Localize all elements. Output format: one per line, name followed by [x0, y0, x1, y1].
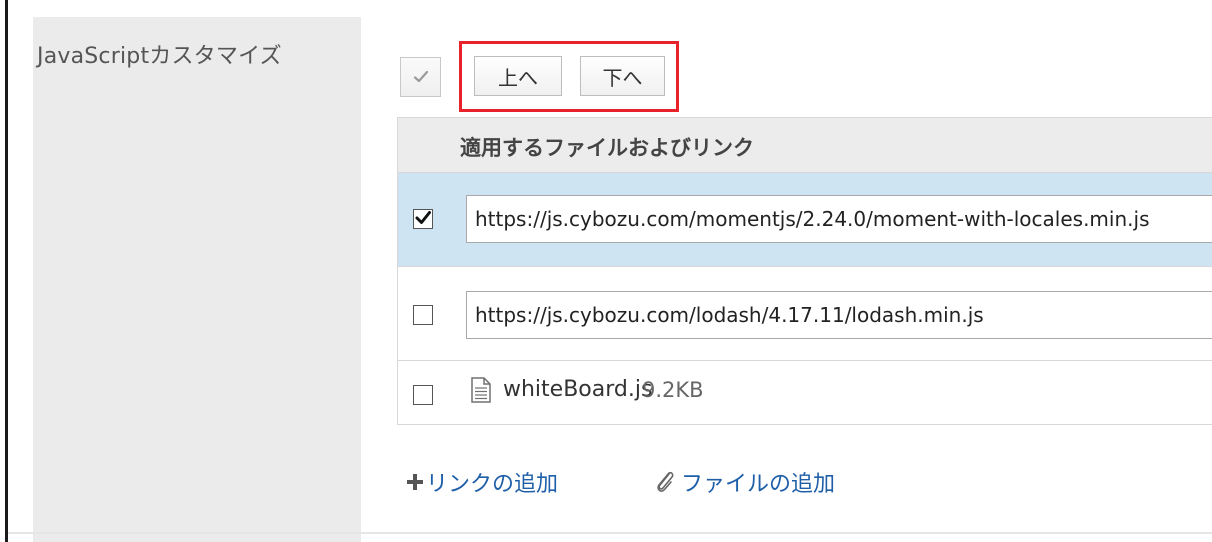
paperclip-icon: [657, 471, 674, 492]
table-header: 適用するファイルおよびリンク: [398, 117, 1212, 173]
table-row[interactable]: https://js.cybozu.com/lodash/4.17.11/lod…: [398, 267, 1212, 361]
add-file-label: ファイルの追加: [681, 472, 836, 497]
row-divider: [8, 532, 1212, 534]
checkmark-icon: [415, 211, 431, 224]
window-border: [5, 0, 8, 542]
highlight-box: [459, 41, 679, 112]
plus-icon: [407, 474, 423, 490]
setting-label: JavaScriptカスタマイズ: [37, 44, 282, 69]
row-checkbox[interactable]: [413, 209, 433, 229]
setting-label-column: [33, 17, 361, 532]
table-row[interactable]: https://js.cybozu.com/momentjs/2.24.0/mo…: [398, 173, 1212, 267]
checkmark-icon: [413, 70, 428, 83]
add-link-button[interactable]: リンクの追加: [406, 466, 558, 498]
add-link-label: リンクの追加: [426, 472, 559, 497]
file-name[interactable]: whiteBoard.js: [503, 377, 652, 402]
next-row-label-column: [33, 534, 361, 542]
row-checkbox[interactable]: [413, 305, 433, 325]
select-all-button[interactable]: [400, 57, 441, 97]
link-url-input[interactable]: https://js.cybozu.com/momentjs/2.24.0/mo…: [466, 195, 1212, 243]
row-checkbox[interactable]: [413, 385, 433, 405]
top-strip: [8, 0, 1212, 17]
table-header-label: 適用するファイルおよびリンク: [460, 136, 754, 160]
table-row[interactable]: whiteBoard.js 9.2KB: [398, 361, 1212, 425]
add-file-button[interactable]: ファイルの追加: [653, 466, 835, 498]
file-size: 9.2KB: [642, 378, 704, 402]
file-icon: [471, 377, 491, 403]
link-url-input[interactable]: https://js.cybozu.com/lodash/4.17.11/lod…: [466, 291, 1212, 339]
files-and-links-table: 適用するファイルおよびリンク https://js.cybozu.com/mom…: [397, 117, 1212, 425]
